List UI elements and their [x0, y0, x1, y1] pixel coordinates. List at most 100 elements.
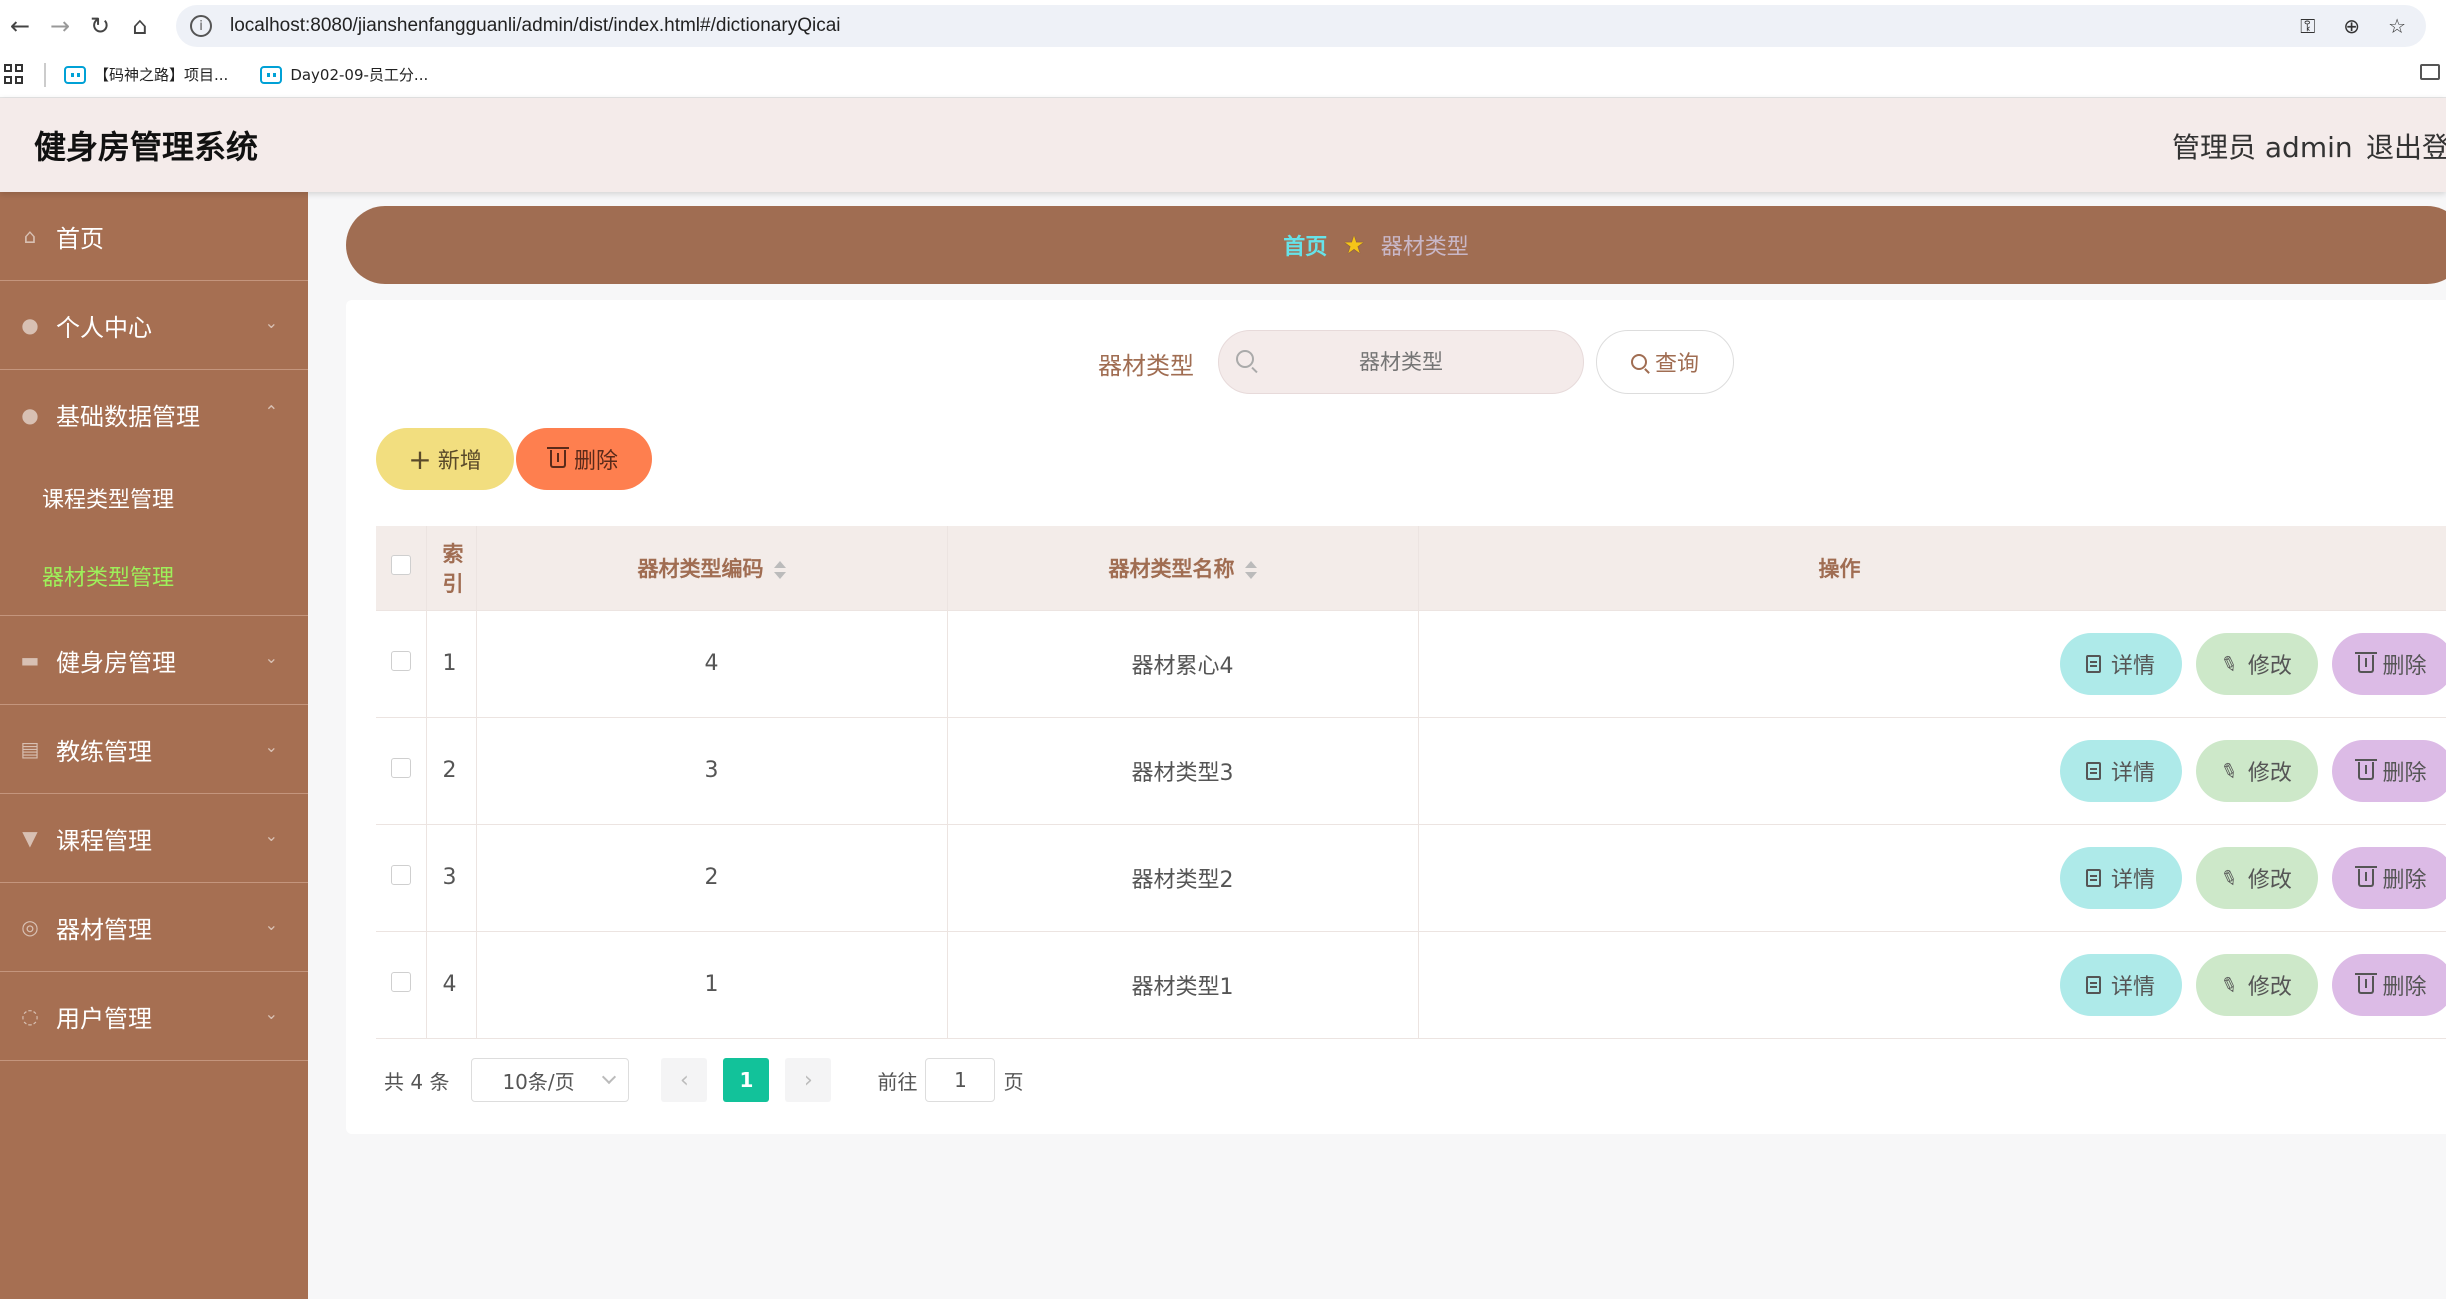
sidebar-item-label: 用户管理	[56, 1004, 152, 1033]
search-icon	[1630, 354, 1647, 370]
sidebar-item-equipment-type[interactable]: 器材类型管理	[0, 537, 308, 615]
trash-icon	[2355, 972, 2378, 994]
detail-button-label: 详情	[2110, 974, 2155, 1000]
edit-button[interactable]: ✎ 修改	[2195, 632, 2318, 695]
row-index: 4	[426, 931, 477, 1039]
row-select-cell	[376, 824, 427, 932]
row-code: 1	[476, 931, 948, 1039]
logout-button[interactable]: 退出登录	[2366, 126, 2446, 166]
trash-icon	[2355, 758, 2378, 780]
sort-icon[interactable]	[1244, 560, 1257, 580]
back-icon[interactable]: ←	[0, 0, 40, 52]
sidebar-item-label: 教练管理	[56, 737, 152, 766]
forward-icon[interactable]: →	[40, 0, 80, 52]
column-header-index: 索引	[426, 526, 477, 611]
pencil-icon: ✎	[2217, 970, 2242, 999]
detail-button[interactable]: 详情	[2059, 739, 2182, 802]
page-number-current[interactable]: 1	[723, 1058, 770, 1102]
edit-button[interactable]: ✎ 修改	[2195, 953, 2318, 1016]
folder-icon[interactable]	[2420, 64, 2440, 80]
sort-icon[interactable]	[773, 560, 786, 580]
home-icon: ⌂	[23, 224, 37, 248]
sidebar-item-equipment[interactable]: ◎ 器材管理 ⌄	[0, 883, 308, 972]
compass-icon: ◌	[21, 1004, 39, 1028]
home-icon[interactable]: ⌂	[120, 0, 160, 52]
row-checkbox[interactable]	[390, 971, 411, 992]
sidebar-item-home[interactable]: ⌂ 首页	[0, 192, 308, 281]
sidebar-item-personal-center[interactable]: ● 个人中心 ⌄	[0, 281, 308, 370]
chevron-down-icon: ⌄	[264, 915, 278, 934]
page-size-select[interactable]: 10条/页	[471, 1058, 630, 1102]
detail-button-label: 详情	[2110, 867, 2155, 893]
batch-delete-button[interactable]: 删除	[516, 428, 652, 490]
delete-button-label: 删除	[2382, 653, 2427, 679]
select-all-checkbox[interactable]	[390, 555, 411, 576]
table-row: 4 1 器材类型1 详情 ✎ 修改 删除	[376, 931, 2446, 1039]
breadcrumb: 首页 ★ 器材类型	[346, 206, 2446, 284]
pagination: 共 4 条 10条/页 ‹ 1 › 前往 页	[384, 1058, 1023, 1102]
clipboard-icon: ▤	[20, 737, 40, 761]
plus-icon: +	[408, 442, 432, 476]
sidebar-item-course[interactable]: ▼ 课程管理 ⌄	[0, 794, 308, 883]
row-checkbox[interactable]	[390, 650, 411, 671]
user-icon: ●	[21, 402, 39, 427]
prev-page-button[interactable]: ‹	[661, 1058, 708, 1102]
goto-label: 前往	[877, 1069, 918, 1094]
sidebar-item-label: 课程管理	[56, 826, 152, 855]
search-icon	[1236, 350, 1254, 368]
add-button[interactable]: + 新增	[376, 428, 514, 490]
select-all-cell	[376, 526, 427, 611]
row-select-cell	[376, 717, 427, 825]
apps-icon[interactable]	[4, 63, 26, 86]
sidebar-item-coach[interactable]: ▤ 教练管理 ⌄	[0, 705, 308, 794]
delete-button[interactable]: 删除	[2331, 632, 2446, 695]
url-field[interactable]: i localhost:8080/jianshenfangguanli/admi…	[176, 5, 2426, 47]
detail-button[interactable]: 详情	[2059, 632, 2182, 695]
row-code: 2	[476, 824, 948, 932]
content-card: 器材类型 查询 + 新增 删除 索引 器材类型编码	[346, 300, 2446, 1134]
chevron-up-icon: ⌃	[264, 402, 278, 421]
column-header-name[interactable]: 器材类型名称	[947, 526, 1419, 611]
goto-page-input[interactable]	[925, 1058, 996, 1102]
site-info-icon[interactable]: i	[190, 15, 212, 37]
chevron-down-icon: ⌄	[264, 826, 278, 845]
delete-button[interactable]: 删除	[2331, 846, 2446, 909]
detail-button[interactable]: 详情	[2059, 846, 2182, 909]
bookmark-item[interactable]: Day02-09-员工分...	[260, 64, 428, 85]
add-button-label: 新增	[437, 449, 482, 474]
breadcrumb-home[interactable]: 首页	[1283, 229, 1327, 261]
sidebar-item-basic-data[interactable]: ● 基础数据管理 ⌃	[0, 370, 308, 459]
search-input[interactable]	[1218, 330, 1584, 394]
sidebar-item-gym[interactable]: ▬ 健身房管理 ⌄	[0, 616, 308, 705]
sidebar-item-label: 基础数据管理	[56, 403, 200, 431]
password-key-icon[interactable]: ⚿	[2300, 14, 2315, 38]
row-checkbox[interactable]	[390, 864, 411, 885]
sidebar-item-course-type[interactable]: 课程类型管理	[0, 459, 308, 537]
row-name: 器材类型1	[947, 931, 1419, 1039]
reload-icon[interactable]: ↻	[80, 0, 120, 52]
next-page-button[interactable]: ›	[785, 1058, 832, 1102]
chevron-down-icon: ⌄	[264, 648, 278, 667]
breadcrumb-current: 器材类型	[1380, 235, 1469, 260]
row-name: 器材累心4	[947, 610, 1419, 718]
edit-button-label: 修改	[2247, 974, 2292, 1000]
sidebar-item-user[interactable]: ◌ 用户管理 ⌄	[0, 972, 308, 1061]
query-button-label: 查询	[1654, 352, 1699, 377]
row-checkbox[interactable]	[390, 757, 411, 778]
edit-button[interactable]: ✎ 修改	[2195, 846, 2318, 909]
row-actions: 详情 ✎ 修改 删除	[1418, 610, 2446, 718]
delete-button-label: 删除	[2382, 760, 2427, 786]
delete-button[interactable]: 删除	[2331, 953, 2446, 1016]
bilibili-icon	[64, 65, 86, 84]
detail-button[interactable]: 详情	[2059, 953, 2182, 1016]
zoom-icon[interactable]: ⊕	[2343, 14, 2360, 38]
column-header-code[interactable]: 器材类型编码	[476, 526, 948, 611]
edit-button[interactable]: ✎ 修改	[2195, 739, 2318, 802]
bookmark-item[interactable]: 【码神之路】项目...	[64, 64, 228, 85]
chevron-down-icon	[602, 1069, 617, 1085]
document-icon	[2085, 868, 2101, 887]
delete-button[interactable]: 删除	[2331, 739, 2446, 802]
query-button[interactable]: 查询	[1596, 330, 1734, 394]
delete-button-label: 删除	[2382, 867, 2427, 893]
bookmark-star-icon[interactable]: ☆	[2388, 14, 2406, 38]
